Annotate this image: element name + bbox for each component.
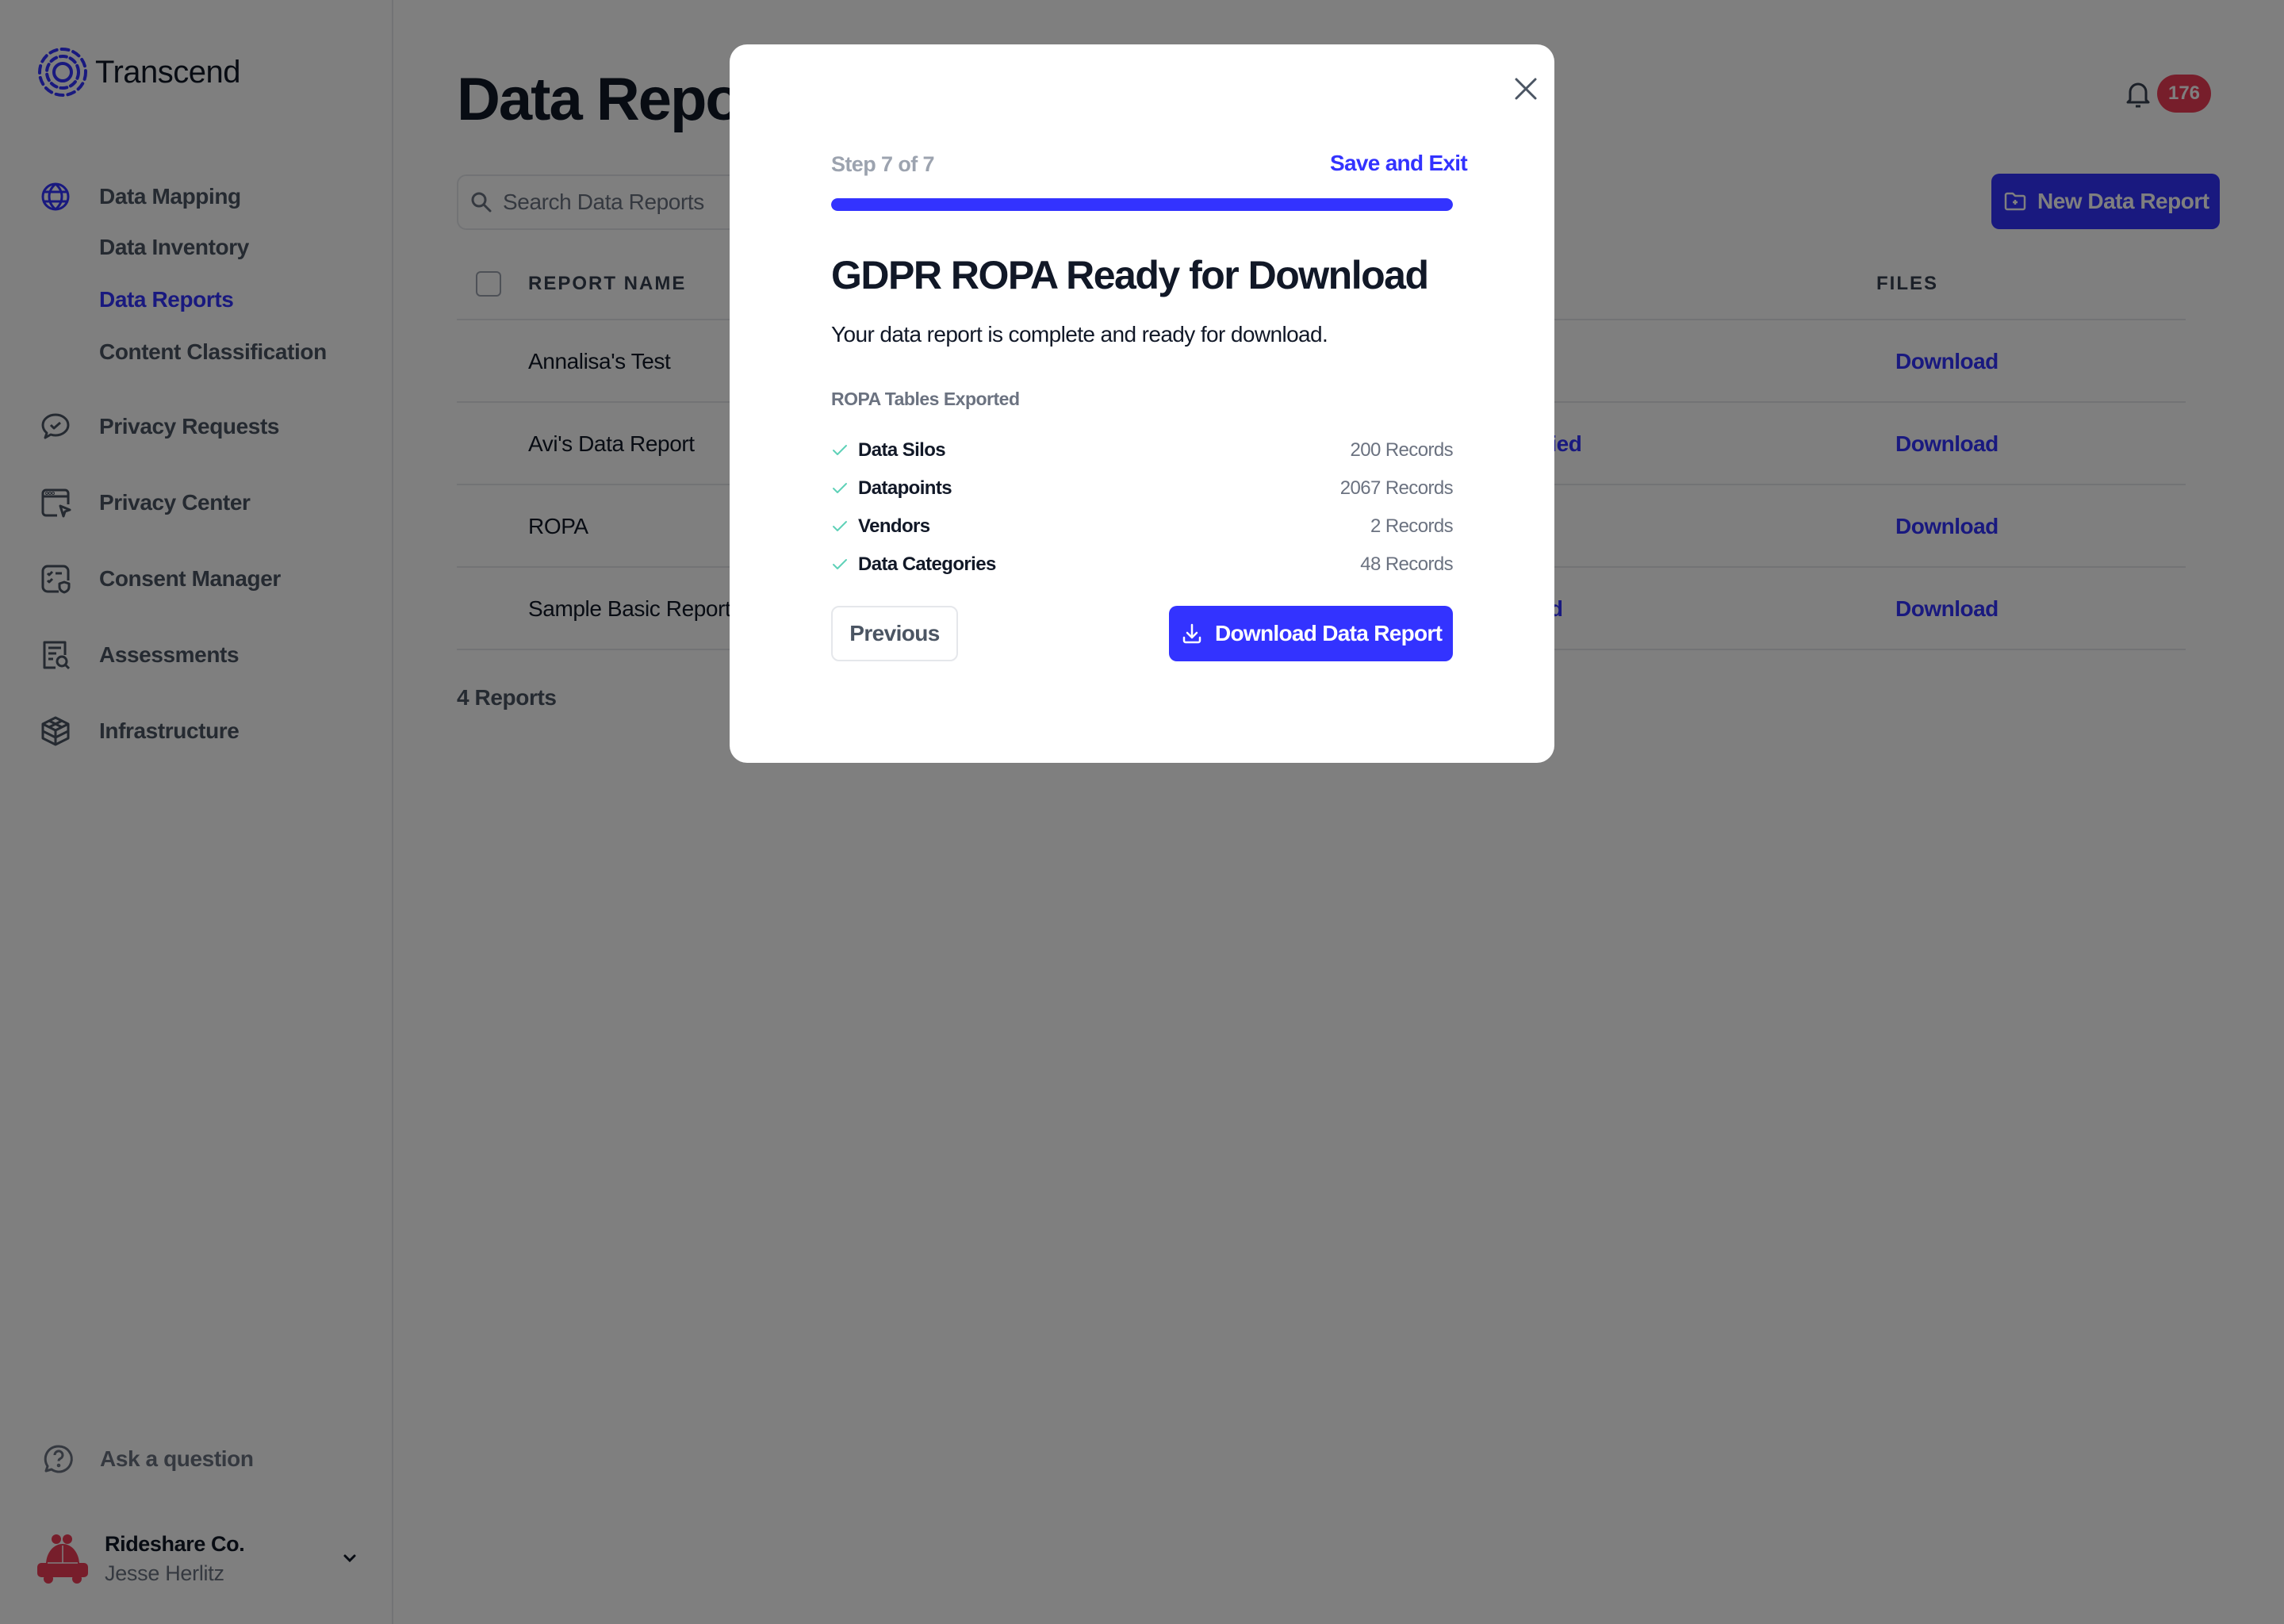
save-and-exit-link[interactable]: Save and Exit (1330, 151, 1468, 176)
check-icon (833, 445, 847, 455)
check-icon (833, 483, 847, 493)
check-icon (833, 521, 847, 531)
close-button[interactable] (1504, 67, 1548, 111)
progress-bar-fill (831, 198, 1453, 211)
exported-tables-label: ROPA Tables Exported (831, 389, 1020, 409)
check-icon (833, 559, 847, 569)
list-item: Datapoints 2067 Records (831, 469, 1454, 508)
close-icon (1515, 78, 1537, 100)
list-item: Data Silos 200 Records (831, 431, 1454, 469)
record-count: 2 Records (1370, 515, 1454, 537)
previous-button[interactable]: Previous (831, 606, 958, 661)
table-name: Vendors (858, 515, 930, 537)
download-data-report-button[interactable]: Download Data Report (1169, 606, 1453, 661)
modal-description: Your data report is complete and ready f… (831, 322, 1328, 347)
record-count: 200 Records (1350, 439, 1454, 461)
record-count: 2067 Records (1339, 477, 1454, 499)
table-name: Data Silos (858, 439, 946, 461)
progress-bar (831, 198, 1453, 211)
step-indicator: Step 7 of 7 (831, 152, 935, 176)
exported-tables-list: Data Silos 200 Records Datapoints 2067 R… (831, 431, 1454, 584)
table-name: Datapoints (858, 477, 952, 499)
download-data-report-label: Download Data Report (1215, 621, 1443, 645)
list-item: Vendors 2 Records (831, 508, 1454, 546)
record-count: 48 Records (1360, 553, 1453, 575)
list-item: Data Categories 48 Records (831, 546, 1454, 584)
modal-title: GDPR ROPA Ready for Download (831, 253, 1429, 297)
download-icon (1182, 623, 1201, 644)
download-modal: Step 7 of 7 Save and Exit GDPR ROPA Read… (730, 44, 1554, 763)
table-name: Data Categories (858, 553, 996, 575)
